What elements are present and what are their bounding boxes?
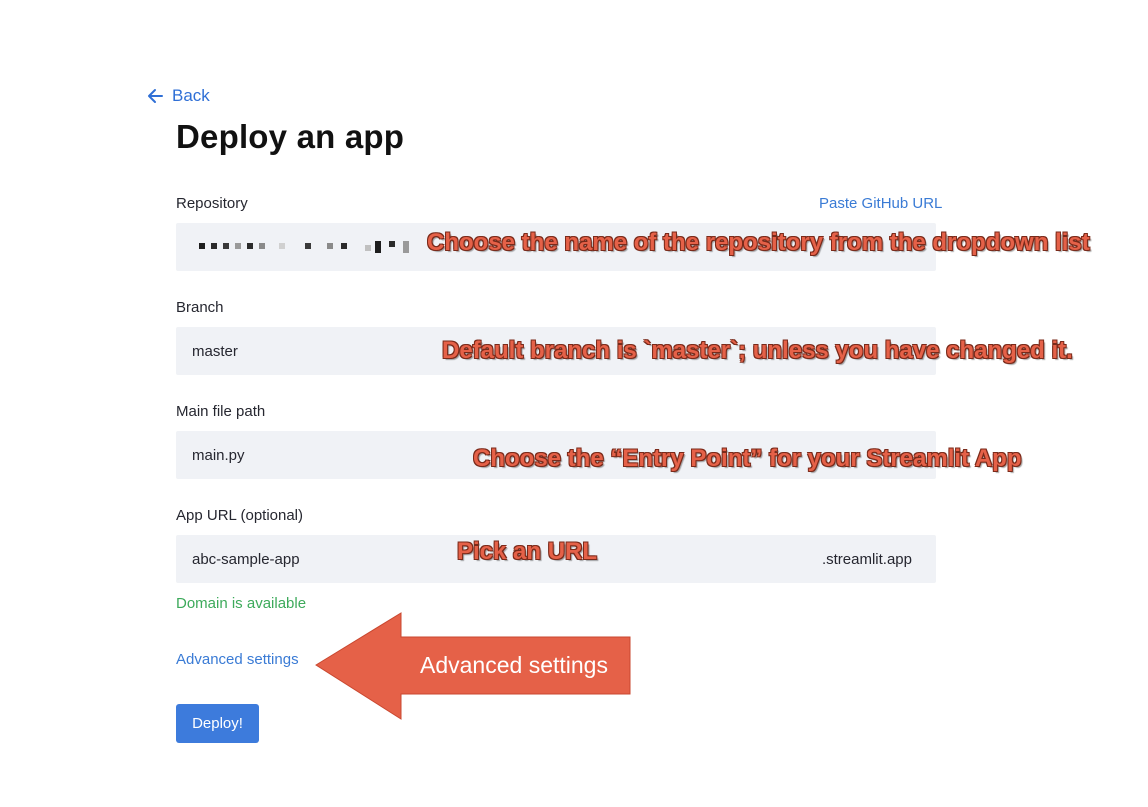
main-file-value: main.py xyxy=(192,446,245,464)
app-url-label: App URL (optional) xyxy=(176,507,304,524)
annotation-url: Pick an URL xyxy=(457,538,598,565)
annotation-main-file: Choose the “Entry Point” for your Stream… xyxy=(473,445,1022,472)
annotation-advanced: Advanced settings xyxy=(420,652,608,678)
back-link[interactable]: Back xyxy=(146,86,210,106)
app-url-suffix: .streamlit.app xyxy=(821,550,912,568)
page-title: Deploy an app xyxy=(176,118,405,155)
annotation-branch: Default branch is `master`; unless you h… xyxy=(442,337,1073,364)
branch-label: Branch xyxy=(176,299,224,316)
back-label: Back xyxy=(172,86,210,105)
deploy-button[interactable]: Deploy! xyxy=(176,704,259,743)
redacted-repository-name xyxy=(199,241,409,253)
app-url-value: abc-sample-app xyxy=(192,550,300,568)
repository-label: Repository xyxy=(176,195,248,212)
advanced-settings-link[interactable]: Advanced settings xyxy=(176,651,299,668)
paste-github-url-link[interactable]: Paste GitHub URL xyxy=(819,195,942,212)
arrow-left-icon xyxy=(148,89,163,103)
main-file-label: Main file path xyxy=(176,403,266,420)
annotation-repository: Choose the name of the repository from t… xyxy=(427,229,1090,256)
branch-value: master xyxy=(192,342,238,360)
domain-status: Domain is available xyxy=(176,595,307,612)
